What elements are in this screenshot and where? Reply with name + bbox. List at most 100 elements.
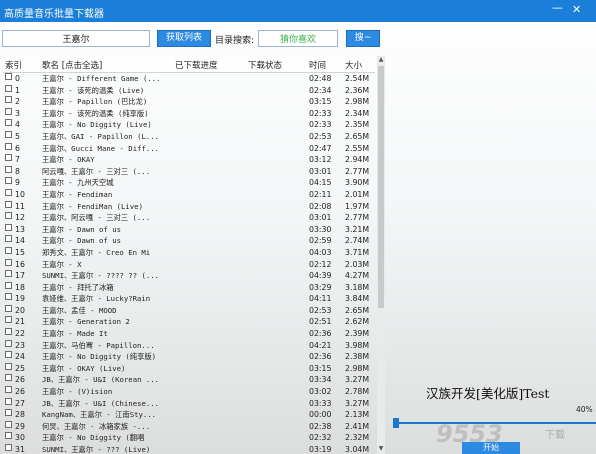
row-checkbox[interactable] — [5, 188, 12, 196]
scroll-thumb[interactable] — [378, 66, 384, 308]
header-index[interactable]: 索引 — [5, 59, 22, 71]
row-checkbox[interactable] — [5, 420, 12, 428]
row-size: 2.77M — [345, 166, 370, 176]
row-checkbox[interactable] — [5, 142, 12, 150]
list-item[interactable]: 4 王嘉尔 - No Diggity (Live) 02:33 2.35M — [3, 119, 375, 131]
row-checkbox[interactable] — [5, 84, 12, 92]
row-checkbox[interactable] — [5, 107, 12, 115]
list-item[interactable]: 30 王嘉尔 - No Diggity (翻唱 02:32 2.32M — [3, 432, 375, 444]
list-item[interactable]: 16 王嘉尔 - X 02:12 2.03M — [3, 258, 375, 271]
progress-knob[interactable] — [393, 418, 399, 428]
row-time: 02:48 — [309, 74, 332, 83]
list-item[interactable]: 19 袁娅维、王嘉尔 - Lucky?Rain 04:11 3.84M — [3, 293, 375, 305]
list-item[interactable]: 24 王嘉尔 - No Diggity (纯享版) 02:36 2.38M — [3, 351, 375, 363]
list-item[interactable]: 13 王嘉尔 - Dawn of us 03:30 3.21M — [3, 223, 375, 236]
row-song-name: 王嘉尔 - 该死的温柔 (纯享版) — [42, 108, 149, 118]
row-checkbox[interactable] — [5, 223, 12, 231]
list-item[interactable]: 23 王嘉尔、马伯骞 - Papillon... 04:21 3.98M — [3, 339, 375, 352]
list-item[interactable]: 15 郑秀文、王嘉尔 - Creo En Mi 04:03 3.71M — [3, 246, 375, 259]
row-checkbox[interactable] — [5, 96, 12, 104]
row-time: 03:15 — [309, 363, 332, 373]
row-checkbox[interactable] — [5, 293, 12, 301]
list-item[interactable]: 26 JB、王嘉尔 - U&I (Korean ... 03:34 3.27M — [3, 374, 375, 386]
list-item[interactable]: 28 KangNam、王嘉尔 - 江南Sty... 00:00 2.13M — [3, 409, 375, 421]
row-checkbox[interactable] — [5, 432, 12, 440]
row-checkbox[interactable] — [5, 130, 12, 138]
row-index: 26 — [15, 375, 25, 385]
header-progress[interactable]: 已下载进度 — [175, 59, 218, 71]
scroll-down-arrow-icon[interactable]: ▼ — [377, 445, 385, 453]
header-song-name-select-all[interactable]: 歌名 [点击全选] — [42, 59, 102, 71]
row-checkbox[interactable] — [5, 316, 12, 324]
list-item[interactable]: 29 何炅、王嘉尔 - 冰箱家族 -... 02:38 2.41M — [3, 420, 375, 433]
row-checkbox[interactable] — [5, 73, 12, 80]
close-icon[interactable]: ✕ — [572, 3, 581, 16]
row-checkbox[interactable] — [5, 154, 12, 162]
row-time: 04:15 — [309, 178, 332, 188]
row-checkbox[interactable] — [5, 304, 12, 312]
list-item[interactable]: 7 王嘉尔 - OKAY 03:12 2.94M — [3, 154, 375, 166]
row-checkbox[interactable] — [5, 246, 12, 254]
list-scrollbar[interactable]: ▲ ▼ — [377, 56, 385, 454]
list-item[interactable]: 2 王嘉尔 - Papillon (巴比龙) 03:15 2.98M — [3, 96, 375, 108]
row-index: 31 — [15, 445, 25, 454]
list-item[interactable]: 1 王嘉尔 - 该死的温柔 (Live) 02:34 2.36M — [3, 84, 375, 97]
row-checkbox[interactable] — [5, 444, 12, 451]
row-checkbox[interactable] — [5, 119, 12, 127]
row-checkbox[interactable] — [5, 351, 12, 359]
directory-search-input[interactable] — [258, 30, 338, 47]
search-button[interactable]: 搜~ — [346, 30, 380, 47]
row-checkbox[interactable] — [5, 258, 12, 266]
list-item[interactable]: 6 王嘉尔、Gucci Mane - Diff... 02:47 2.55M — [3, 142, 375, 155]
list-item[interactable]: 14 王嘉尔 - Dawn of us 02:59 2.74M — [3, 235, 375, 247]
row-time: 03:02 — [309, 387, 332, 397]
list-item[interactable]: 31 SUNMI、王嘉尔 - ??? (Live) 03:19 3.04M — [3, 444, 375, 454]
row-checkbox[interactable] — [5, 409, 12, 417]
row-checkbox[interactable] — [5, 235, 12, 243]
row-checkbox[interactable] — [5, 281, 12, 289]
row-time: 02:33 — [309, 108, 332, 118]
header-time[interactable]: 时间 — [309, 59, 326, 71]
row-checkbox[interactable] — [5, 165, 12, 173]
row-checkbox[interactable] — [5, 212, 12, 220]
scroll-up-arrow-icon[interactable]: ▲ — [377, 56, 385, 64]
brand-label: 汉族开发[美化版]Test — [426, 386, 550, 401]
list-item[interactable]: 9 王嘉尔 - 九州天空城 04:15 3.90M — [3, 177, 375, 189]
list-item[interactable]: 3 王嘉尔 - 该死的温柔 (纯享版) 02:33 2.34M — [3, 107, 375, 120]
row-index: 2 — [15, 97, 20, 107]
list-item[interactable]: 26 王嘉尔 - (V)ision 03:02 2.78M — [3, 386, 375, 398]
row-checkbox[interactable] — [5, 339, 12, 347]
list-item[interactable]: 8 阿云嘎、王嘉尔 - 三对三 (... 03:01 2.77M — [3, 165, 375, 178]
list-item[interactable]: 12 王嘉尔、阿云嘎 - 三对三 (... 03:01 2.77M — [3, 212, 375, 224]
keyword-search-input[interactable] — [2, 30, 150, 47]
row-checkbox[interactable] — [5, 200, 12, 208]
list-item[interactable]: 10 王嘉尔 - Fendiman 02:11 2.01M — [3, 188, 375, 201]
list-item[interactable]: 17 SUNMI、王嘉尔 - ???? ?? (... 04:39 4.27M — [3, 270, 375, 282]
list-item[interactable]: 22 王嘉尔 - Made It 02:36 2.39M — [3, 328, 375, 340]
row-checkbox[interactable] — [5, 362, 12, 370]
minimize-icon[interactable]: — — [552, 1, 563, 14]
row-checkbox[interactable] — [5, 386, 12, 394]
row-size: 3.71M — [345, 247, 370, 257]
row-time: 03:34 — [309, 375, 332, 385]
row-size: 2.55M — [345, 143, 370, 153]
row-checkbox[interactable] — [5, 270, 12, 278]
list-item[interactable]: 21 王嘉尔 - Generation 2 02:51 2.62M — [3, 316, 375, 328]
list-item[interactable]: 18 王嘉尔 - 拜托了冰箱 03:29 3.18M — [3, 281, 375, 294]
list-item[interactable]: 25 王嘉尔 - OKAY (Live) 03:15 2.98M — [3, 362, 375, 375]
header-size[interactable]: 大小 — [345, 59, 362, 71]
list-item[interactable]: 20 王嘉尔、孟佳 - MOOD 02:53 2.65M — [3, 304, 375, 317]
list-item[interactable]: 11 王嘉尔 - FendiMan (Live) 02:08 1.97M — [3, 200, 375, 213]
list-item[interactable]: 27 JB、王嘉尔 - U&I (Chinese... 03:33 3.27M — [3, 397, 375, 410]
row-checkbox[interactable] — [5, 397, 12, 405]
fetch-list-button[interactable]: 获取列表 — [157, 30, 211, 47]
list-item[interactable]: 5 王嘉尔、GAI - Papillon (L... 02:53 2.65M — [3, 130, 375, 143]
start-download-button[interactable]: 开始 — [462, 442, 520, 454]
row-checkbox[interactable] — [5, 374, 12, 382]
list-item[interactable]: 0 王嘉尔 - Different Game (... 02:48 2.54M — [3, 73, 375, 85]
row-checkbox[interactable] — [5, 177, 12, 185]
row-time: 03:33 — [309, 398, 332, 408]
row-size: 2.62M — [345, 317, 370, 327]
header-status[interactable]: 下载状态 — [248, 59, 282, 71]
row-checkbox[interactable] — [5, 328, 12, 336]
